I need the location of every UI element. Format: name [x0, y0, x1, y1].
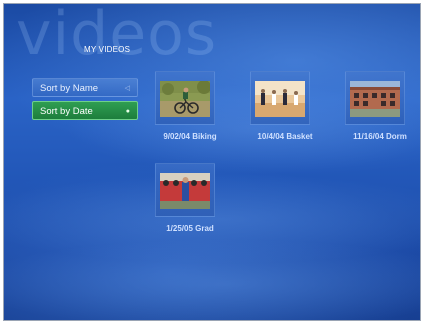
sort-menu: Sort by Name ◁ Sort by Date ●: [32, 78, 138, 124]
video-caption: 1/25/05 Grad: [166, 224, 214, 233]
video-caption: 11/16/04 Dorm: [353, 132, 407, 141]
biking-thumbnail: [160, 81, 210, 117]
graduation-thumbnail: [160, 173, 210, 209]
sort-by-name-button[interactable]: Sort by Name ◁: [32, 78, 138, 97]
sort-by-date-button[interactable]: Sort by Date ●: [32, 101, 138, 120]
video-thumbnail-frame: [155, 163, 215, 217]
section-watermark: videos: [16, 3, 218, 69]
sort-by-name-label: Sort by Name: [40, 83, 99, 94]
video-caption: 9/02/04 Biking: [163, 132, 217, 141]
video-thumbnail-frame: [250, 71, 310, 125]
sort-by-date-label: Sort by Date: [40, 106, 93, 117]
dorm-thumbnail: [350, 81, 400, 117]
video-thumbnail-frame: [155, 71, 215, 125]
selected-dot-icon: ●: [125, 108, 130, 115]
page-title: MY VIDEOS: [84, 45, 131, 54]
basketball-thumbnail: [255, 81, 305, 117]
sort-arrow-icon: ◁: [124, 85, 130, 92]
video-caption: 10/4/04 Basket: [257, 132, 313, 141]
video-thumbnail-frame: [345, 71, 405, 125]
media-center-window: videos MY VIDEOS Sort by Name ◁ Sort by …: [3, 3, 421, 321]
background-wave: [4, 239, 420, 320]
